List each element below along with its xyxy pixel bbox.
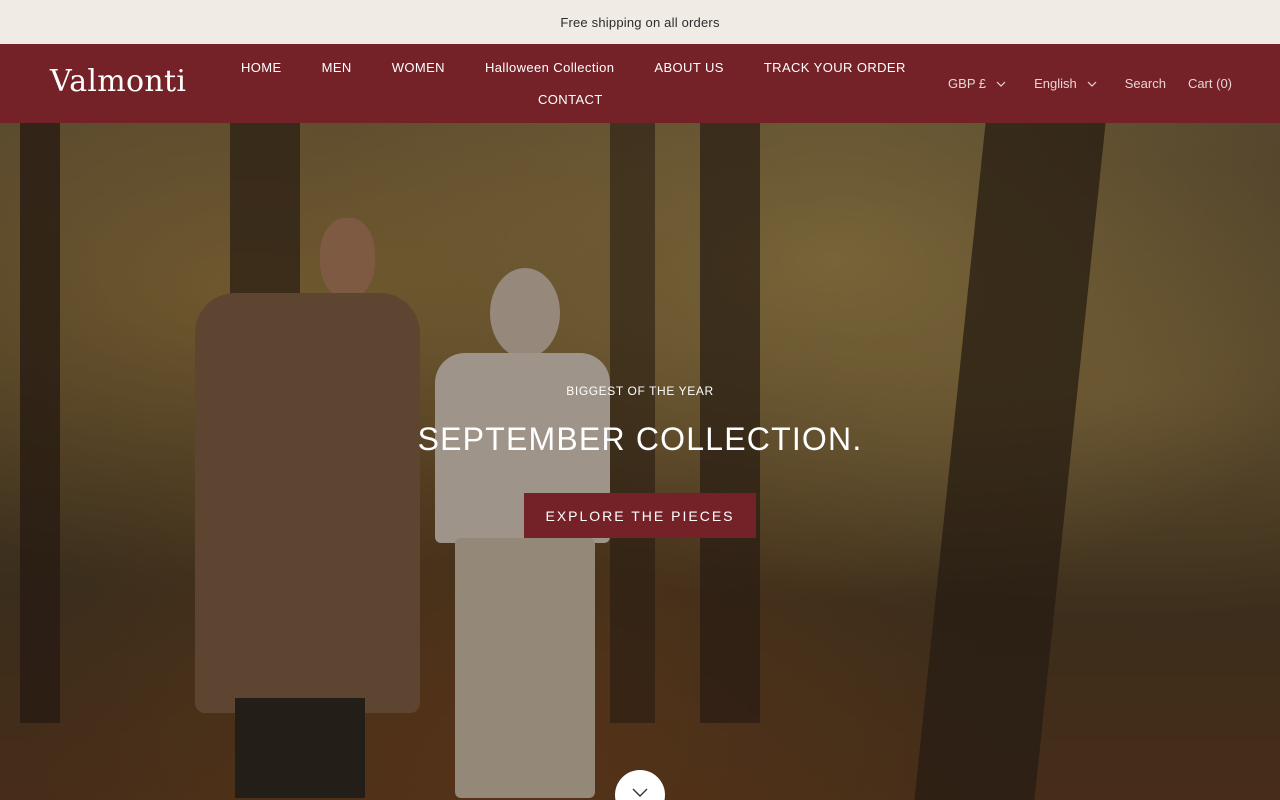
currency-label: GBP £: [948, 76, 987, 91]
hero-content: BIGGEST OF THE YEAR SEPTEMBER COLLECTION…: [0, 123, 1280, 800]
chevron-down-icon: [996, 81, 1006, 87]
cart-link[interactable]: Cart (0): [1188, 76, 1232, 91]
site-header: Valmonti HOME MEN WOMEN Halloween Collec…: [0, 44, 1280, 123]
hero-title: SEPTEMBER COLLECTION.: [417, 421, 863, 457]
announcement-bar: Free shipping on all orders: [0, 0, 1280, 44]
main-nav: HOME MEN WOMEN Halloween Collection ABOU…: [221, 60, 926, 76]
nav-item-contact[interactable]: CONTACT: [518, 92, 623, 108]
logo[interactable]: Valmonti: [50, 64, 186, 99]
nav-item-halloween-collection[interactable]: Halloween Collection: [465, 60, 634, 76]
hero-eyebrow: BIGGEST OF THE YEAR: [566, 384, 714, 398]
currency-selector[interactable]: GBP £: [948, 76, 1006, 91]
chevron-down-icon: [1087, 81, 1097, 87]
nav-item-women[interactable]: WOMEN: [372, 60, 465, 76]
chevron-down-icon: [632, 788, 648, 797]
header-actions: GBP £ English Search Cart (0): [948, 76, 1232, 91]
nav-item-track-your-order[interactable]: TRACK YOUR ORDER: [744, 60, 926, 76]
announcement-text: Free shipping on all orders: [560, 14, 720, 30]
language-label: English: [1034, 76, 1077, 91]
language-selector[interactable]: English: [1034, 76, 1097, 91]
hero-banner: BIGGEST OF THE YEAR SEPTEMBER COLLECTION…: [0, 123, 1280, 800]
explore-button[interactable]: EXPLORE THE PIECES: [524, 493, 756, 538]
nav-item-men[interactable]: MEN: [302, 60, 372, 76]
search-link[interactable]: Search: [1125, 76, 1166, 91]
main-nav-row-2: CONTACT: [518, 91, 623, 109]
nav-item-home[interactable]: HOME: [221, 60, 302, 76]
nav-item-about-us[interactable]: ABOUT US: [634, 60, 743, 76]
